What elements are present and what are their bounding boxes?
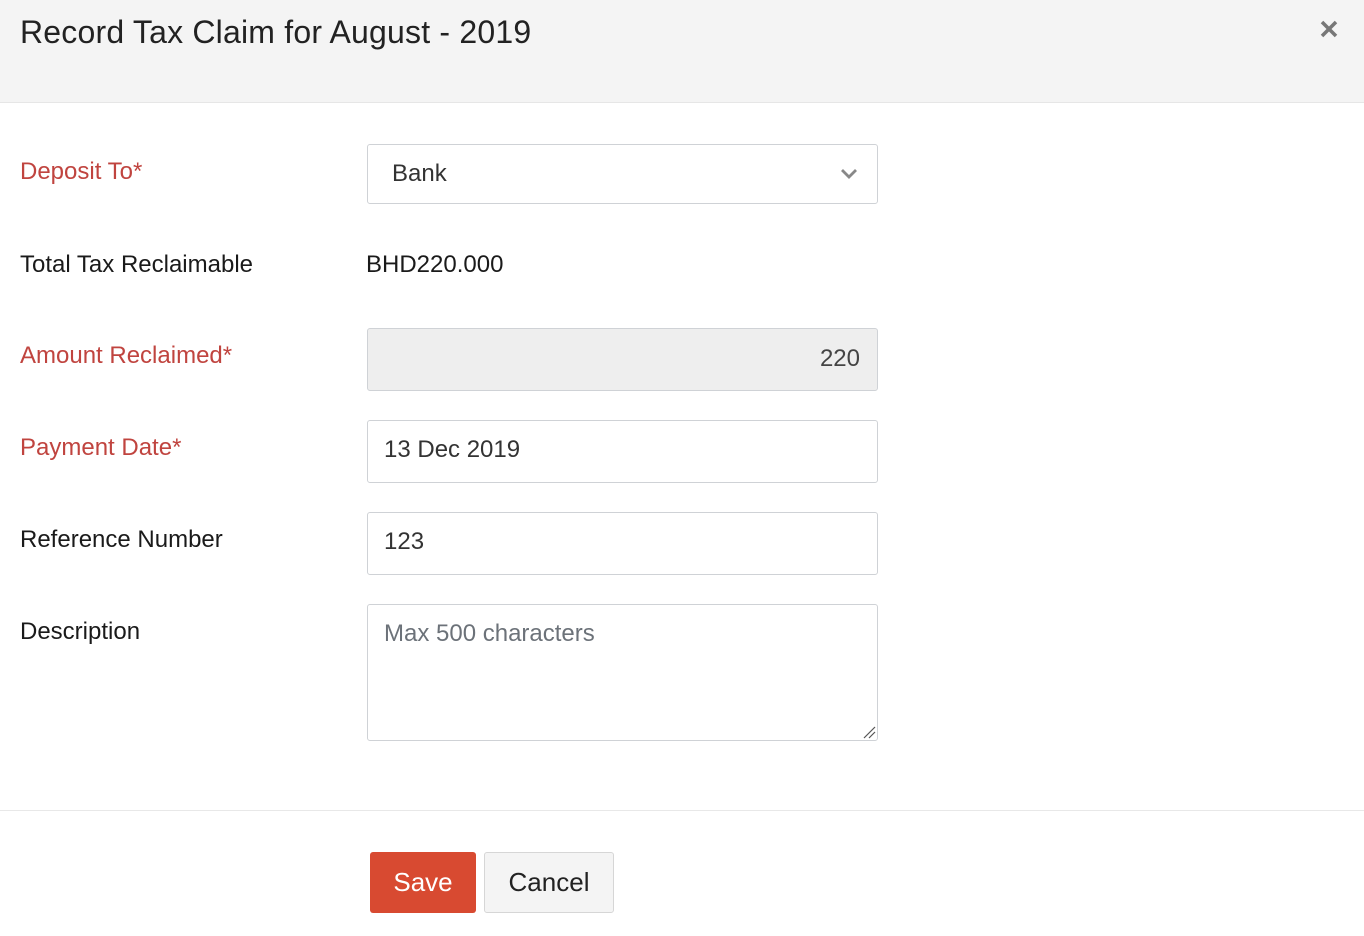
close-icon bbox=[1320, 20, 1338, 38]
description-textarea[interactable]: Max 500 characters bbox=[367, 604, 878, 741]
close-button[interactable] bbox=[1316, 16, 1342, 42]
amount-reclaimed-label: Amount Reclaimed* bbox=[20, 342, 233, 369]
chevron-down-icon bbox=[841, 169, 857, 179]
reference-number-input[interactable]: 123 bbox=[367, 512, 878, 575]
total-tax-reclaimable-value: BHD220.000 bbox=[366, 251, 504, 278]
amount-reclaimed-input[interactable]: 220 bbox=[367, 328, 878, 391]
dialog-title: Record Tax Claim for August - 2019 bbox=[20, 14, 532, 50]
reference-number-label: Reference Number bbox=[20, 526, 223, 553]
reference-number-value: 123 bbox=[384, 528, 425, 555]
deposit-to-value: Bank bbox=[392, 160, 447, 187]
deposit-to-select[interactable]: Bank bbox=[367, 144, 878, 204]
resize-handle-icon[interactable] bbox=[862, 725, 876, 739]
footer-divider bbox=[0, 810, 1364, 811]
payment-date-value: 13 Dec 2019 bbox=[384, 436, 521, 463]
deposit-to-label: Deposit To* bbox=[20, 158, 143, 185]
description-label: Description bbox=[20, 618, 141, 645]
payment-date-input[interactable]: 13 Dec 2019 bbox=[367, 420, 878, 483]
payment-date-label: Payment Date* bbox=[20, 434, 182, 461]
cancel-button[interactable]: Cancel bbox=[484, 852, 614, 913]
description-placeholder: Max 500 characters bbox=[384, 620, 595, 647]
amount-reclaimed-value: 220 bbox=[819, 345, 860, 372]
total-tax-reclaimable-label: Total Tax Reclaimable bbox=[20, 251, 254, 278]
dialog-header: Record Tax Claim for August - 2019 bbox=[0, 0, 1364, 103]
save-button[interactable]: Save bbox=[370, 852, 476, 913]
